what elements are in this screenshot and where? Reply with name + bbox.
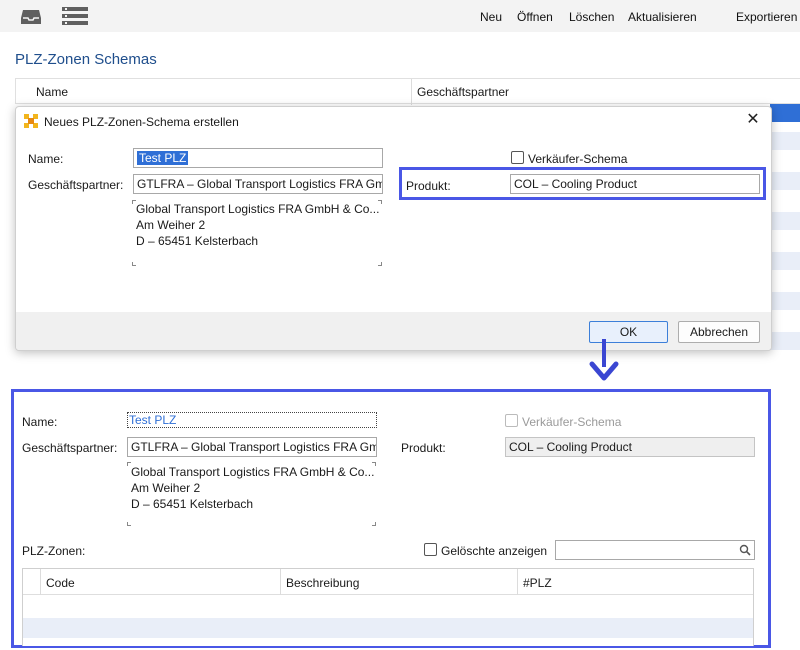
table-row[interactable]	[770, 292, 800, 310]
column-separator[interactable]	[40, 569, 41, 595]
seller-schema-label: Verkäufer-Schema	[528, 152, 628, 166]
table-row[interactable]	[770, 252, 800, 270]
detail-partner-address: Global Transport Logistics FRA GmbH & Co…	[131, 464, 374, 512]
address-line: D – 65451 Kelsterbach	[131, 497, 254, 511]
show-deleted-label: Gelöschte anzeigen	[441, 544, 548, 558]
inbox-icon[interactable]	[20, 6, 42, 26]
address-corner	[372, 462, 376, 466]
address-corner	[132, 200, 136, 204]
detail-seller-schema-checkbox[interactable]	[505, 414, 518, 427]
table-row[interactable]	[23, 618, 753, 638]
partner-address: Global Transport Logistics FRA GmbH & Co…	[136, 201, 379, 249]
address-line: Global Transport Logistics FRA GmbH & Co…	[136, 202, 380, 216]
detail-name-label: Name:	[22, 415, 58, 429]
zones-label: PLZ-Zonen:	[22, 544, 86, 558]
address-line: Global Transport Logistics FRA GmbH & Co…	[131, 465, 375, 479]
detail-product-label: Produkt:	[401, 441, 446, 455]
table-row[interactable]	[770, 172, 800, 190]
list-icon[interactable]	[62, 6, 88, 26]
app-logo-icon	[24, 114, 38, 128]
name-label: Name:	[28, 152, 64, 166]
table-row[interactable]	[770, 132, 800, 150]
dialog-title: Neues PLZ-Zonen-Schema erstellen	[44, 115, 239, 129]
export-button[interactable]: Exportieren	[736, 10, 797, 24]
close-icon[interactable]: ✕	[745, 112, 761, 128]
detail-product-field[interactable]: COL – Cooling Product	[505, 437, 755, 457]
arrow-down-icon	[588, 360, 620, 386]
table-row-selected[interactable]	[770, 104, 800, 122]
address-line: Am Weiher 2	[136, 218, 206, 232]
refresh-button[interactable]: Aktualisieren	[628, 10, 697, 24]
page-title: PLZ-Zonen Schemas	[15, 51, 157, 68]
address-line: D – 65451 Kelsterbach	[136, 234, 259, 248]
address-corner	[378, 262, 382, 266]
open-button[interactable]: Öffnen	[517, 10, 553, 24]
search-icon[interactable]	[739, 544, 751, 556]
address-line: Am Weiher 2	[131, 481, 201, 495]
ok-button[interactable]: OK	[589, 321, 668, 343]
column-separator[interactable]	[280, 569, 281, 595]
address-corner	[132, 262, 136, 266]
new-button[interactable]: Neu	[480, 10, 502, 24]
column-header-name[interactable]: Name	[36, 85, 68, 99]
table-row[interactable]	[770, 332, 800, 350]
seller-schema-checkbox[interactable]	[511, 151, 524, 164]
dialog-footer: OK Abbrechen	[16, 312, 771, 350]
toolbar: Neu Öffnen Löschen Aktualisieren Exporti…	[0, 0, 800, 32]
address-corner	[127, 522, 131, 526]
new-schema-dialog: Neues PLZ-Zonen-Schema erstellen ✕ Name:…	[15, 106, 772, 351]
column-separator[interactable]	[517, 569, 518, 595]
detail-name-field[interactable]: Test PLZ	[127, 412, 377, 428]
show-deleted-checkbox[interactable]	[424, 543, 437, 556]
address-corner	[378, 200, 382, 204]
partner-field[interactable]: GTLFRA – Global Transport Logistics FRA …	[133, 174, 383, 194]
detail-partner-label: Geschäftspartner:	[22, 441, 118, 455]
address-corner	[127, 462, 131, 466]
column-header-code[interactable]: Code	[46, 576, 75, 590]
table-row[interactable]	[770, 212, 800, 230]
zone-search-input[interactable]	[555, 540, 755, 560]
name-field[interactable]: Test PLZ	[133, 148, 383, 168]
column-separator[interactable]	[411, 79, 412, 105]
column-header-partner[interactable]: Geschäftspartner	[417, 85, 509, 99]
zones-table-header: Code Beschreibung #PLZ	[23, 569, 753, 595]
column-header-plz-count[interactable]: #PLZ	[523, 576, 552, 590]
address-corner	[372, 522, 376, 526]
detail-partner-field[interactable]: GTLFRA – Global Transport Logistics FRA …	[127, 437, 377, 457]
column-header-description[interactable]: Beschreibung	[286, 576, 359, 590]
detail-seller-schema-label: Verkäufer-Schema	[522, 415, 622, 429]
cancel-button[interactable]: Abbrechen	[678, 321, 760, 343]
partner-label: Geschäftspartner:	[28, 178, 124, 192]
product-highlight	[399, 167, 766, 200]
zones-table: Code Beschreibung #PLZ	[22, 568, 754, 646]
schema-table-header: Name Geschäftspartner	[15, 78, 800, 105]
delete-button[interactable]: Löschen	[569, 10, 614, 24]
name-value: Test PLZ	[137, 151, 189, 165]
